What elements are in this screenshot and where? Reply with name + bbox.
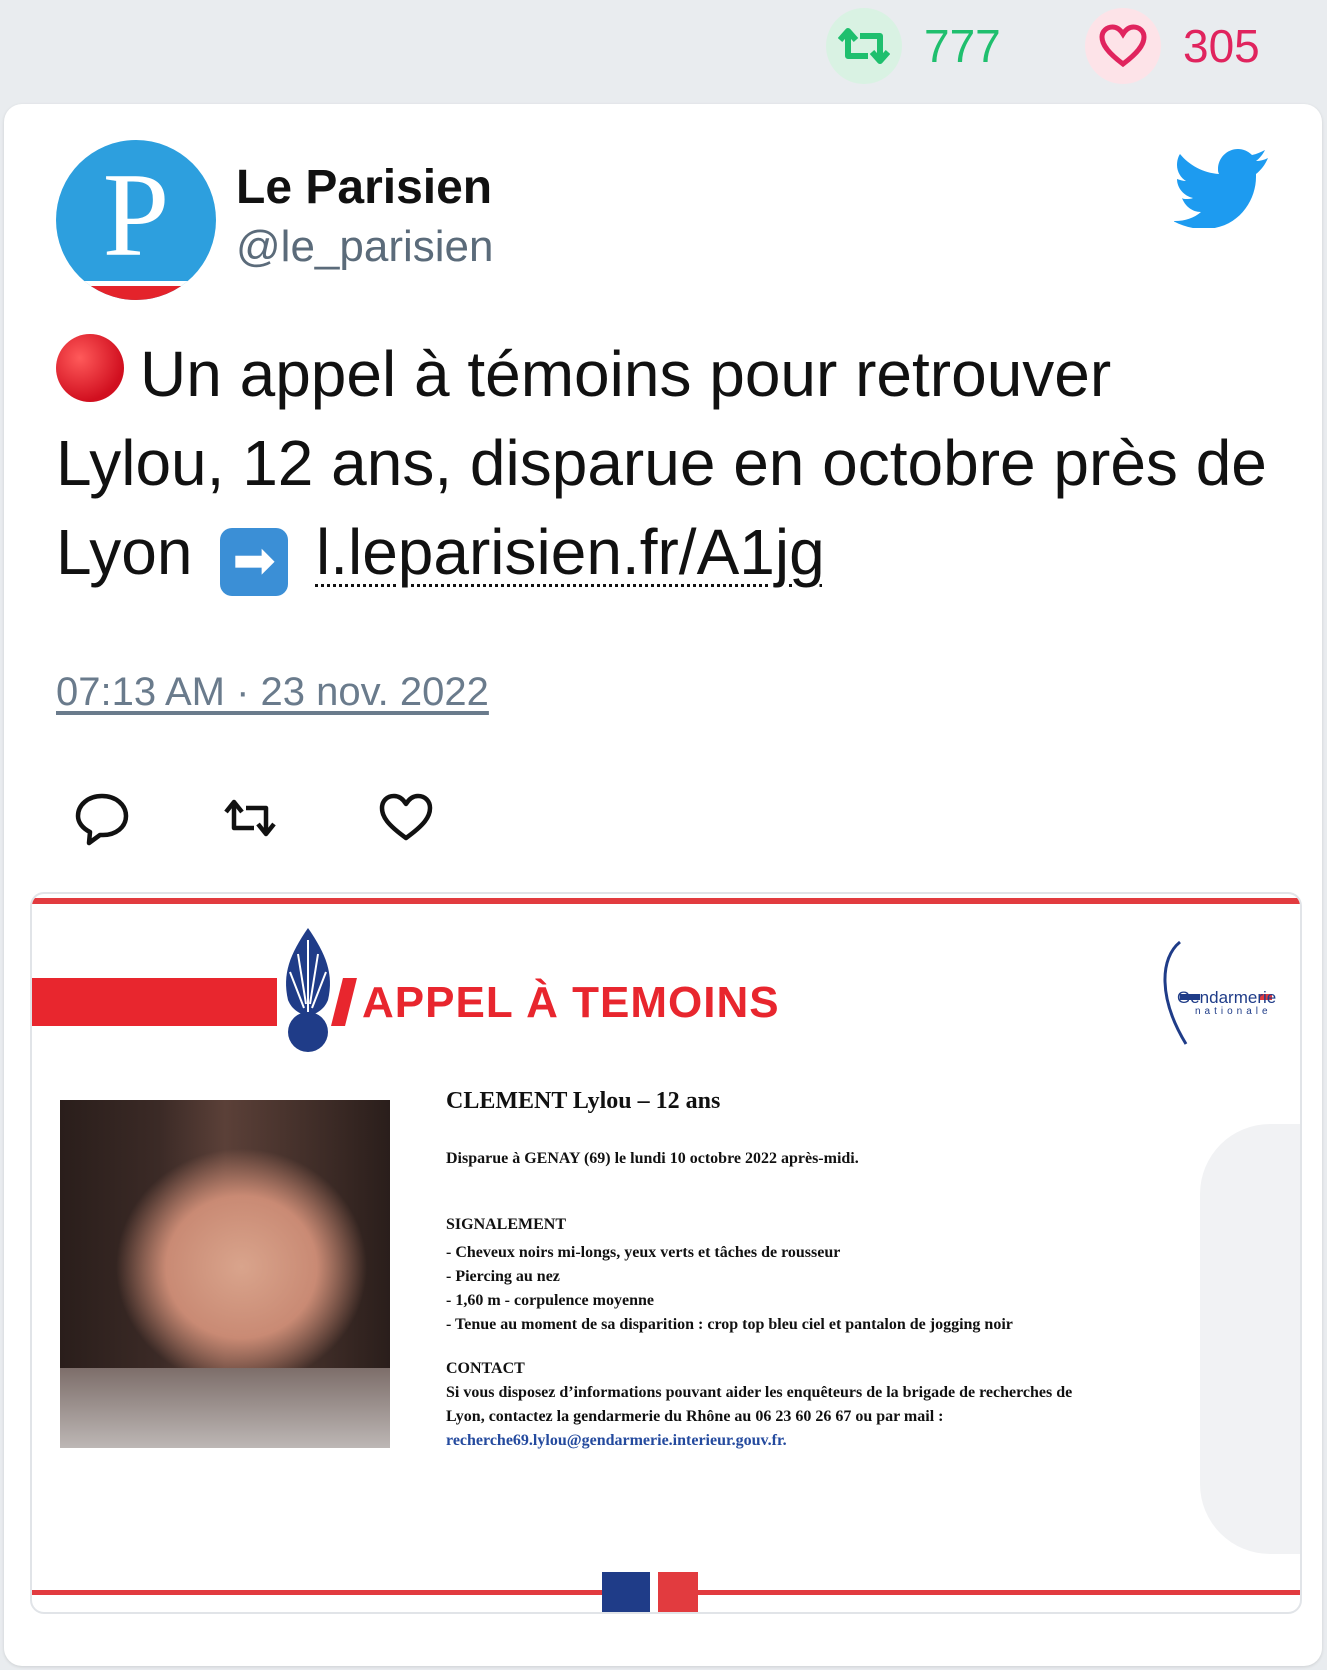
like-stat[interactable]: 305 — [1085, 6, 1260, 86]
tweet-image-poster[interactable]: APPEL À TEMOINS Gendarmerie nationale CL… — [30, 892, 1302, 1614]
reply-icon[interactable] — [72, 788, 132, 848]
disappearance-info: Disparue à GENAY (69) le lundi 10 octobr… — [446, 1150, 859, 1167]
description-title: SIGNALEMENT — [446, 1216, 567, 1233]
right-arrow-emoji: ➡ — [220, 528, 289, 596]
tweet-text: Un appel à témoins pour retrouver Lylou,… — [56, 330, 1286, 597]
gendarmerie-logo-text: Gendarmerie — [1177, 988, 1277, 1007]
like-action-icon[interactable] — [376, 788, 436, 848]
description-line: - Tenue au moment de sa disparition : cr… — [446, 1316, 1013, 1333]
poster-red-band — [32, 978, 277, 1026]
photo-shirt — [60, 1368, 390, 1448]
description-line: - Cheveux noirs mi-longs, yeux verts et … — [446, 1244, 841, 1261]
poster-heading: APPEL À TEMOINS — [362, 978, 780, 1027]
contact-title: CONTACT — [446, 1360, 525, 1377]
missing-person-photo — [60, 1100, 390, 1448]
poster-watermark — [1200, 1124, 1300, 1554]
heart-icon[interactable] — [1085, 8, 1161, 84]
like-count: 305 — [1183, 20, 1260, 72]
tweet-stats-bar: 777 305 — [0, 0, 1327, 100]
tweet-timestamp[interactable]: 07:13 AM · 23 nov. 2022 — [56, 670, 489, 715]
description-line: - 1,60 m - corpulence moyenne — [446, 1292, 654, 1309]
tweet-link[interactable]: l.leparisien.fr/A1jg — [316, 516, 825, 588]
red-circle-emoji — [56, 334, 124, 402]
author-name[interactable]: Le Parisien — [236, 160, 492, 215]
contact-line: Lyon, contactez la gendarmerie du Rhône … — [446, 1408, 944, 1425]
contact-line: Si vous disposez d’informations pouvant … — [446, 1384, 1073, 1401]
retweet-count: 777 — [924, 20, 1001, 72]
gendarmerie-flame-icon — [286, 928, 330, 1052]
retweet-icon[interactable] — [826, 8, 902, 84]
contact-email: recherche69.lylou@gendarmerie.interieur.… — [446, 1432, 787, 1449]
republique-flag-icon — [602, 1572, 702, 1612]
gendarmerie-logo-subtext: nationale — [1195, 1006, 1272, 1017]
description-line: - Piercing au nez — [446, 1268, 560, 1285]
twitter-bird-icon — [1174, 149, 1268, 228]
tweet-card: P Le Parisien @le_parisien Un appel à té… — [4, 104, 1322, 1666]
avatar-red-stripe — [56, 286, 216, 300]
retweet-action-icon[interactable] — [220, 788, 280, 848]
avatar-letter: P — [102, 148, 170, 281]
person-name: CLEMENT Lylou – 12 ans — [446, 1088, 721, 1114]
author-handle[interactable]: @le_parisien — [236, 222, 493, 272]
retweet-stat[interactable]: 777 — [826, 6, 1001, 86]
avatar[interactable]: P — [56, 140, 216, 300]
poster-top-line — [32, 898, 1300, 904]
